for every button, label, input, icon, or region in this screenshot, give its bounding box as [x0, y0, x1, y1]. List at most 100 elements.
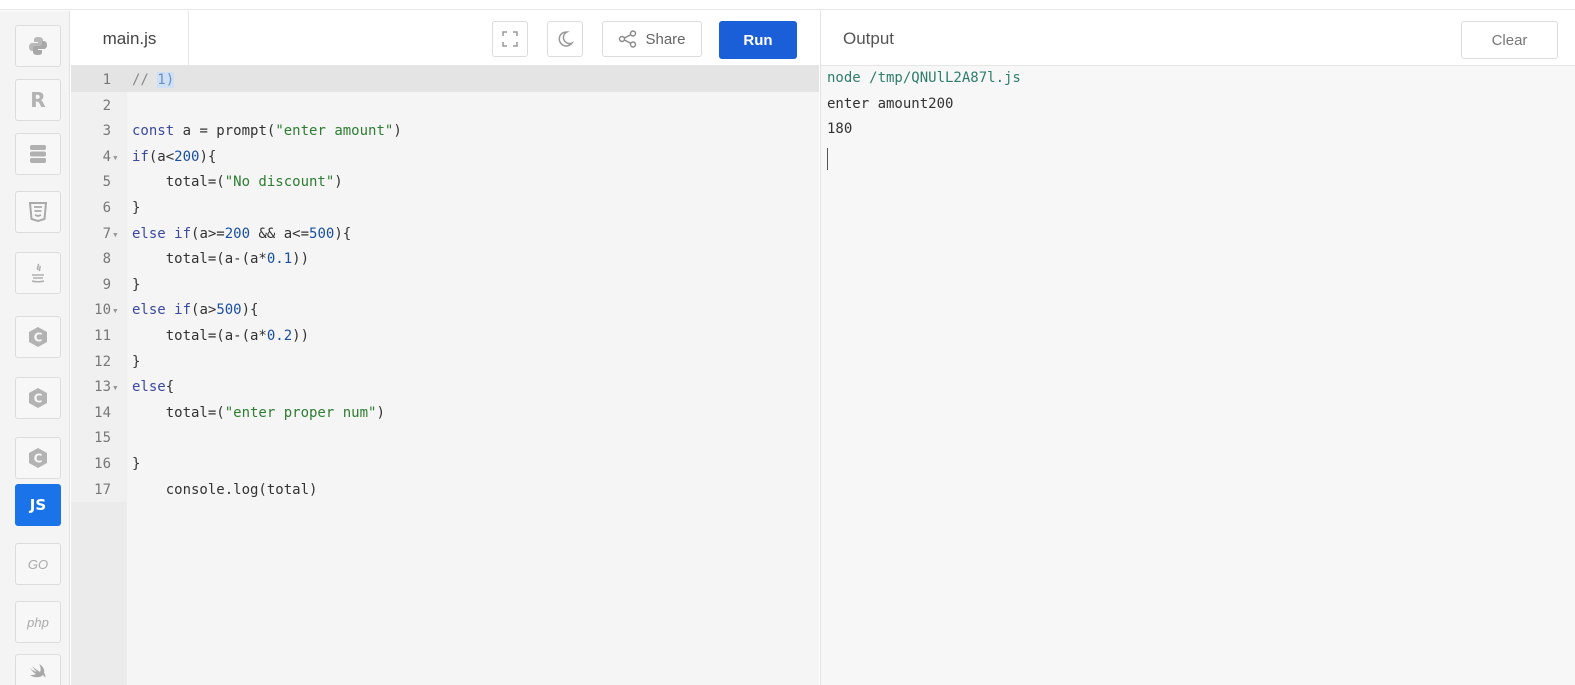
code-text: )	[393, 123, 402, 140]
line-code: }	[132, 199, 141, 216]
line-code: total=(a-(a*0.2))	[132, 324, 309, 350]
html5-shape	[28, 202, 48, 223]
file-tab-main-js[interactable]: main.js	[71, 11, 189, 66]
output-line: enter amount200	[827, 96, 954, 112]
fold-arrow-icon[interactable]: ▾	[112, 222, 124, 248]
clear-button[interactable]: Clear	[1461, 21, 1558, 59]
line-code: }	[132, 353, 141, 370]
run-button[interactable]: Run	[719, 21, 797, 59]
fold-arrow-icon[interactable]: ▾	[112, 145, 124, 171]
database-shape	[30, 145, 46, 163]
code-text: total=(a-(a*	[132, 327, 267, 344]
code-text: total=(	[132, 404, 225, 421]
code-line: 11 total=(a-(a*0.2))	[71, 324, 819, 350]
code-line: 10 ▾ else if(a>500){	[71, 298, 819, 324]
theme-toggle-icon[interactable]	[547, 21, 583, 57]
code-text: a = prompt(	[174, 123, 276, 140]
swift-shape	[30, 664, 46, 678]
database-icon[interactable]	[15, 133, 61, 175]
line-code: if(a<200){	[132, 145, 216, 171]
line-number: 6	[102, 199, 111, 216]
code-line: 13 ▾ else{	[71, 375, 819, 401]
cpp-icon[interactable]: C	[15, 377, 61, 419]
code-line: 15	[71, 426, 819, 452]
cpp-hex: C	[29, 388, 47, 408]
c-icon[interactable]: C	[15, 316, 61, 358]
line-code: const a = prompt("enter amount")	[132, 119, 402, 145]
number-literal: 0.1	[266, 251, 293, 268]
code-text: && a<=	[250, 225, 310, 242]
swift-icon[interactable]	[15, 654, 61, 685]
number-literal: 0.2	[266, 327, 293, 344]
line-code: // 1)	[132, 68, 175, 94]
keyword: else	[132, 379, 166, 396]
code-line: 7 ▾ else if(a>=200 && a<=500){	[71, 222, 819, 248]
share-button[interactable]: Share	[602, 21, 702, 57]
code-text: (a<	[148, 148, 175, 165]
line-number: 4	[102, 148, 111, 165]
code-line: 8 total=(a-(a*0.1))	[71, 247, 819, 273]
line-number: 13	[94, 379, 111, 396]
editor-header: main.js Share Run	[71, 11, 819, 66]
csharp-hex: C	[29, 448, 47, 468]
code-text: total=(	[132, 174, 225, 191]
line-number: 5	[102, 174, 111, 191]
c-glyph: C	[34, 331, 43, 345]
code-text: )	[334, 174, 343, 191]
string-literal: "enter proper num"	[224, 404, 377, 421]
go-icon[interactable]: GO	[15, 543, 61, 585]
r-glyph: R	[30, 88, 46, 112]
csharp-icon[interactable]: C	[15, 437, 61, 479]
number-literal: 500	[309, 225, 335, 242]
fullscreen-shape	[502, 31, 518, 47]
code-line: 9}	[71, 273, 819, 299]
code-line: 3 const a = prompt("enter amount")	[71, 119, 819, 145]
java-icon[interactable]	[15, 252, 61, 294]
fold-arrow-icon[interactable]: ▾	[112, 375, 124, 401]
language-sidebar: R C C C JS GO php	[0, 11, 70, 685]
code-text: total=(a-(a*	[132, 251, 267, 268]
fullscreen-icon[interactable]	[492, 21, 528, 57]
code-text: ){	[334, 225, 352, 242]
keyword: else if	[132, 302, 192, 319]
code-text: ){	[199, 148, 217, 165]
line-number: 10	[94, 302, 111, 319]
r-icon[interactable]: R	[15, 79, 61, 121]
top-border	[0, 0, 1575, 10]
php-glyph: php	[27, 614, 49, 630]
line-code: }	[132, 276, 141, 293]
line-number: 9	[102, 276, 111, 293]
line-number: 7	[102, 225, 111, 242]
fold-arrow-icon[interactable]: ▾	[112, 298, 124, 324]
python-icon[interactable]	[15, 25, 61, 67]
code-line: 6}	[71, 196, 819, 222]
line-number: 2	[102, 97, 111, 114]
code-text: ))	[292, 327, 310, 344]
text-cursor	[827, 148, 828, 170]
code-text: )	[376, 404, 385, 421]
line-code: else if(a>=200 && a<=500){	[132, 222, 351, 248]
line-code: }	[132, 455, 141, 472]
line-number: 16	[94, 455, 111, 472]
php-icon[interactable]: php	[15, 601, 61, 643]
code-text: {	[165, 379, 175, 396]
python-logo	[29, 37, 47, 55]
output-console[interactable]: node /tmp/QNUlL2A87l.js enter amount200 …	[820, 66, 1575, 685]
line-number: 3	[102, 123, 111, 140]
line-number: 17	[94, 481, 111, 498]
selected-text: 1)	[157, 72, 175, 88]
keyword: else if	[132, 225, 192, 242]
html5-icon[interactable]	[15, 191, 61, 233]
code-text: (a>	[191, 302, 217, 319]
line-code: else{	[132, 375, 174, 401]
js-icon[interactable]: JS	[15, 484, 61, 526]
code-text: ){	[241, 302, 259, 319]
code-line: 1 // 1)	[71, 68, 819, 94]
java-shape	[31, 263, 45, 283]
line-number: 8	[102, 251, 111, 268]
js-glyph: JS	[29, 496, 47, 514]
number-literal: 200	[174, 148, 200, 165]
number-literal: 200	[224, 225, 251, 242]
comment-text: //	[132, 72, 158, 88]
code-editor[interactable]: 1 // 1) 2 3 const a = prompt("enter amount…	[71, 66, 819, 685]
